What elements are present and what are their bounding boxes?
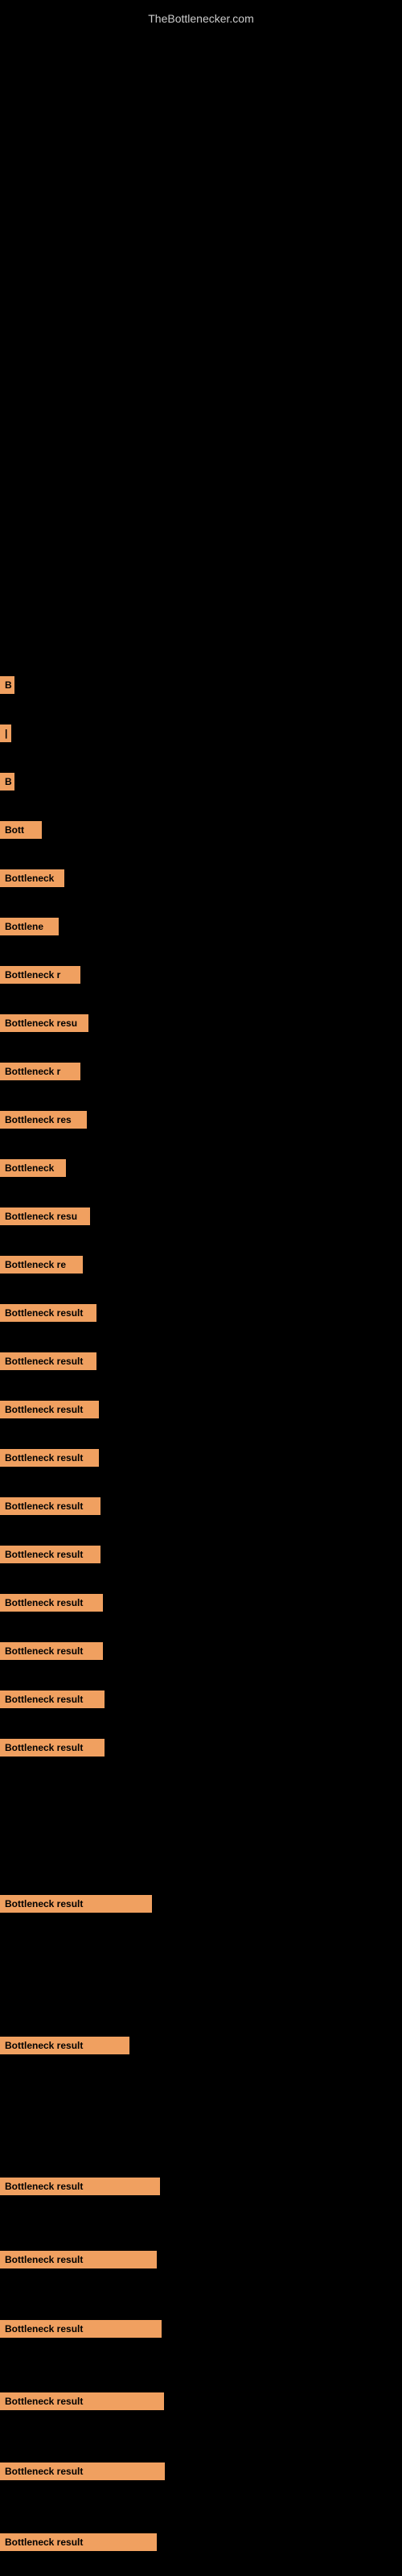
bottleneck-bar-27: Bottleneck result xyxy=(0,2251,157,2268)
bottleneck-bar-29: Bottleneck result xyxy=(0,2392,164,2410)
bottleneck-bar-31: Bottleneck result xyxy=(0,2533,157,2551)
bottleneck-bar-4: Bott xyxy=(0,821,42,839)
bottleneck-bar-9: Bottleneck r xyxy=(0,1063,80,1080)
bottleneck-bar-10: Bottleneck res xyxy=(0,1111,87,1129)
bottleneck-bar-18: Bottleneck result xyxy=(0,1497,100,1515)
bottleneck-bar-20: Bottleneck result xyxy=(0,1594,103,1612)
bottleneck-bar-8: Bottleneck resu xyxy=(0,1014,88,1032)
site-title: TheBottlenecker.com xyxy=(0,4,402,33)
bottleneck-bar-15: Bottleneck result xyxy=(0,1352,96,1370)
bottleneck-bar-3: B xyxy=(0,773,14,791)
bottleneck-bar-1: B xyxy=(0,676,14,694)
bottleneck-bar-11: Bottleneck xyxy=(0,1159,66,1177)
bottleneck-bar-26: Bottleneck result xyxy=(0,2178,160,2195)
bottleneck-bar-6: Bottlene xyxy=(0,918,59,935)
bottleneck-bar-21: Bottleneck result xyxy=(0,1642,103,1660)
bottleneck-bar-24: Bottleneck result xyxy=(0,1895,152,1913)
bottleneck-bar-17: Bottleneck result xyxy=(0,1449,99,1467)
bottleneck-bar-19: Bottleneck result xyxy=(0,1546,100,1563)
bottleneck-bar-2: | xyxy=(0,724,11,742)
bottleneck-bar-14: Bottleneck result xyxy=(0,1304,96,1322)
bottleneck-bar-5: Bottleneck xyxy=(0,869,64,887)
bottleneck-bar-23: Bottleneck result xyxy=(0,1739,105,1757)
bottleneck-bar-7: Bottleneck r xyxy=(0,966,80,984)
bottleneck-bar-16: Bottleneck result xyxy=(0,1401,99,1418)
bottleneck-bar-30: Bottleneck result xyxy=(0,2462,165,2480)
bottleneck-bar-28: Bottleneck result xyxy=(0,2320,162,2338)
bottleneck-bar-12: Bottleneck resu xyxy=(0,1208,90,1225)
bottleneck-bar-22: Bottleneck result xyxy=(0,1690,105,1708)
bottleneck-bar-13: Bottleneck re xyxy=(0,1256,83,1274)
bottleneck-bar-25: Bottleneck result xyxy=(0,2037,129,2054)
